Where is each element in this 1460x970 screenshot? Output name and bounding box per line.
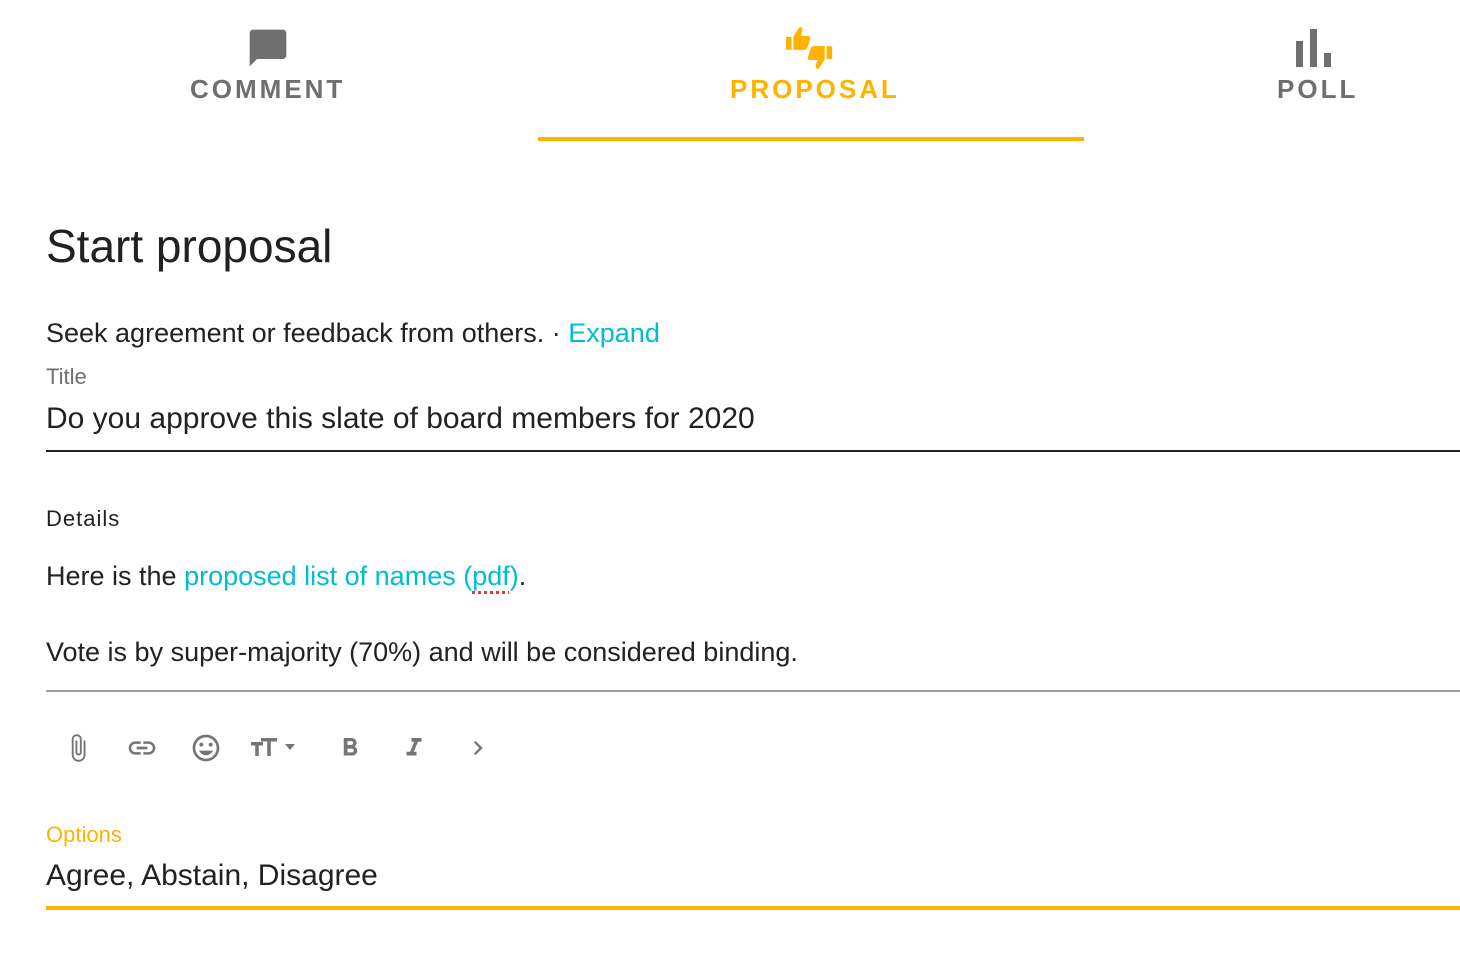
bar-chart-icon <box>1290 24 1338 72</box>
bold-icon[interactable] <box>322 720 378 776</box>
tab-proposal-label: PROPOSAL <box>730 74 900 104</box>
details-paragraph-1-prefix: Here is the <box>46 561 185 591</box>
options-label: Options <box>46 822 122 847</box>
proposed-list-link-end: ) <box>509 561 519 591</box>
options-input[interactable] <box>46 857 1460 895</box>
attach-icon[interactable] <box>50 720 106 776</box>
details-paragraph-2: Vote is by super-majority (70%) and will… <box>46 637 798 667</box>
thread-item-type-tabs: COMMENT PROPOSAL POLL <box>0 0 1460 142</box>
proposal-description: Seek agreement or feedback from others. … <box>46 316 660 350</box>
tab-poll[interactable]: POLL <box>1084 0 1460 142</box>
proposed-list-link[interactable]: proposed list of names (pdf) <box>184 561 519 591</box>
page-title: Start proposal <box>46 220 333 272</box>
tab-comment[interactable]: COMMENT <box>0 0 538 142</box>
active-tab-indicator <box>538 137 1084 141</box>
details-paragraph-1: Here is the proposed list of names (pdf)… <box>46 556 526 596</box>
chevron-right-icon[interactable] <box>450 720 506 776</box>
title-label: Title <box>46 364 87 389</box>
title-underline <box>46 450 1460 452</box>
text-size-icon[interactable] <box>242 720 306 776</box>
title-input[interactable] <box>46 400 1460 438</box>
thumbs-up-down-icon <box>786 24 834 72</box>
details-underline <box>46 690 1460 692</box>
link-icon[interactable] <box>114 720 170 776</box>
options-underline <box>46 906 1460 910</box>
proposed-list-link-main: proposed list of names ( <box>184 561 473 591</box>
comment-icon <box>244 24 292 72</box>
italic-icon[interactable] <box>386 720 442 776</box>
description-text: Seek agreement or feedback from others. … <box>46 318 569 348</box>
details-label: Details <box>46 506 121 531</box>
misspelled-word: pdf <box>472 561 510 591</box>
expand-link[interactable]: Expand <box>568 318 660 348</box>
tab-poll-label: POLL <box>1277 74 1359 104</box>
details-editor[interactable]: Here is the proposed list of names (pdf)… <box>46 556 1460 680</box>
start-proposal-form: COMMENT PROPOSAL POLL Start proposal See… <box>0 0 1460 970</box>
tab-comment-label: COMMENT <box>190 74 346 104</box>
details-paragraph-1-suffix: . <box>518 561 527 591</box>
tab-proposal[interactable]: PROPOSAL <box>538 0 1084 142</box>
emoji-icon[interactable] <box>178 720 234 776</box>
